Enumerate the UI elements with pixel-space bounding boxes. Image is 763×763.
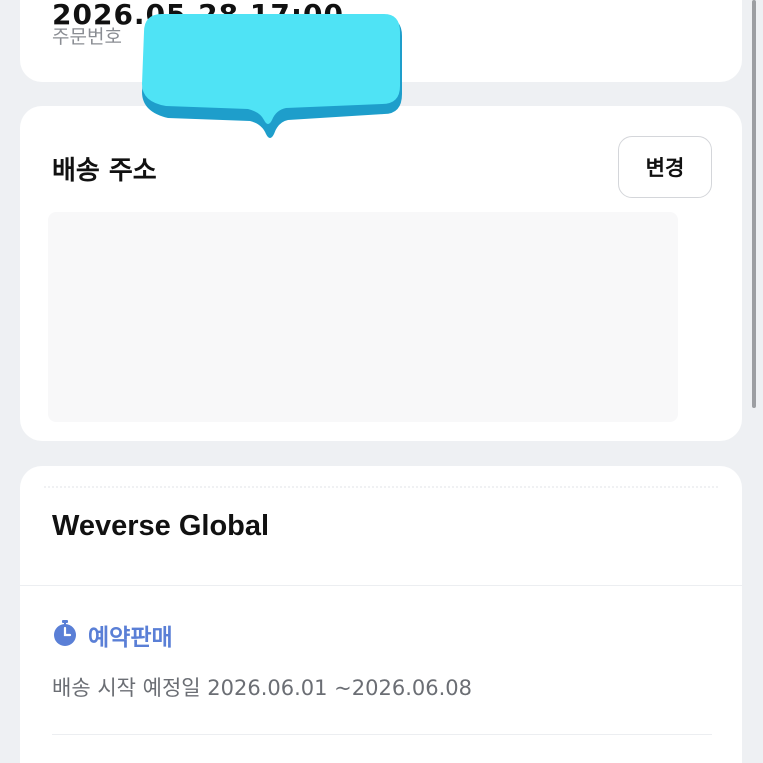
shop-order-card: Weverse Global 예약판매 배송 시작 예정일 2026.06.01… xyxy=(20,466,742,763)
preorder-badge: 예약판매 xyxy=(52,618,173,652)
shop-name: Weverse Global xyxy=(52,510,270,542)
order-number-label: 주문번호 xyxy=(52,26,122,48)
shipping-address-title: 배송 주소 xyxy=(52,156,157,186)
scrollbar[interactable] xyxy=(752,0,756,408)
shipping-start-date: 배송 시작 예정일 2026.06.01 ~2026.06.08 xyxy=(52,676,473,700)
stopwatch-icon xyxy=(52,619,78,651)
address-content-area xyxy=(48,212,678,422)
shipping-address-card: 배송 주소 변경 xyxy=(20,106,742,441)
speech-bubble-sticker xyxy=(138,14,404,142)
preorder-label: 예약판매 xyxy=(88,625,173,651)
divider xyxy=(52,734,712,735)
change-address-button[interactable]: 변경 xyxy=(618,136,712,198)
divider xyxy=(20,585,742,586)
dotted-divider xyxy=(44,486,718,488)
